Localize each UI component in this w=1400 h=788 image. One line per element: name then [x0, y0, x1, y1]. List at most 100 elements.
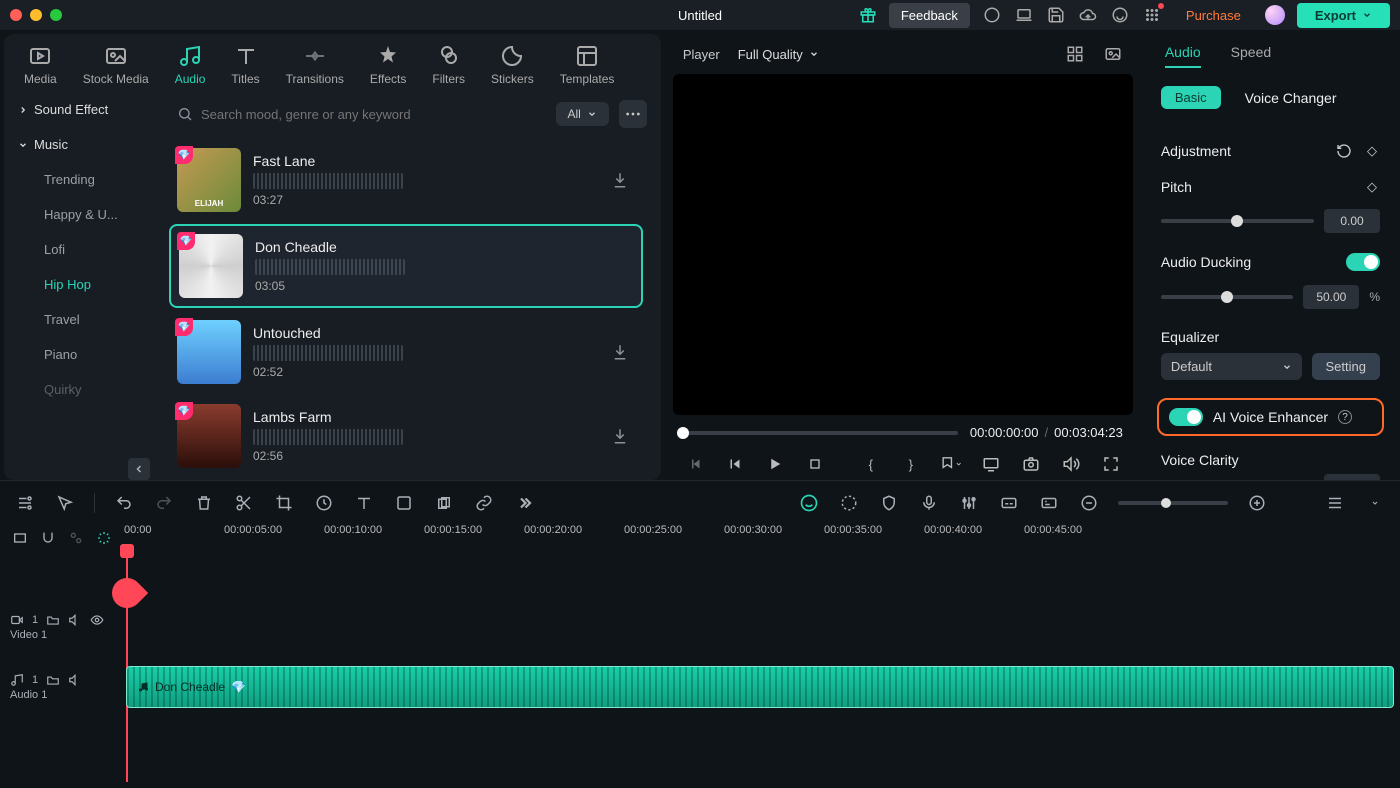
- quality-select[interactable]: Full Quality: [738, 47, 819, 62]
- track-options-icon[interactable]: [1364, 492, 1386, 514]
- track-height-icon[interactable]: [1324, 492, 1346, 514]
- preview-canvas[interactable]: [673, 74, 1133, 415]
- scrub-bar[interactable]: [683, 431, 958, 435]
- ducking-toggle[interactable]: [1346, 253, 1380, 271]
- display-button[interactable]: [979, 452, 1003, 476]
- help-icon[interactable]: ?: [1338, 410, 1352, 424]
- filter-all[interactable]: All: [556, 102, 609, 126]
- tab-stock-media[interactable]: Stock Media: [83, 44, 149, 86]
- sidebar-item-piano[interactable]: Piano: [4, 337, 159, 372]
- stack-icon[interactable]: [433, 492, 455, 514]
- marker-button[interactable]: [939, 452, 963, 476]
- mark-in-button[interactable]: {: [859, 452, 883, 476]
- track-row[interactable]: 💎 Untouched 02:52: [169, 312, 643, 392]
- prev-clip-button[interactable]: [683, 452, 707, 476]
- save-icon[interactable]: [1046, 5, 1066, 25]
- text-icon[interactable]: [353, 492, 375, 514]
- frame-icon[interactable]: [393, 492, 415, 514]
- more-tools-icon[interactable]: [513, 492, 535, 514]
- split-icon[interactable]: [233, 492, 255, 514]
- time-ruler[interactable]: 00:0000:00:05:0000:00:10:0000:00:15:0000…: [124, 524, 1400, 552]
- pitch-slider[interactable]: [1161, 219, 1314, 223]
- search-input[interactable]: [201, 107, 542, 122]
- tab-titles[interactable]: Titles: [231, 44, 259, 86]
- gift-icon[interactable]: [859, 6, 877, 24]
- inspector-tab-speed[interactable]: Speed: [1231, 44, 1271, 68]
- download-icon[interactable]: [605, 165, 635, 195]
- delete-icon[interactable]: [193, 492, 215, 514]
- record-status-icon[interactable]: [982, 5, 1002, 25]
- sidebar-item-lofi[interactable]: Lofi: [4, 232, 159, 267]
- tab-filters[interactable]: Filters: [432, 44, 465, 86]
- fullscreen-button[interactable]: [1099, 452, 1123, 476]
- undo-icon[interactable]: [113, 492, 135, 514]
- clarity-value[interactable]: 80: [1324, 474, 1380, 480]
- track-row[interactable]: 💎 ELIJAH Fast Lane 03:27: [169, 140, 643, 220]
- sidebar-group-sound-effect[interactable]: Sound Effect: [4, 92, 159, 127]
- smiley-icon[interactable]: [798, 492, 820, 514]
- ducking-handle[interactable]: [1221, 291, 1233, 303]
- sidebar-item-travel[interactable]: Travel: [4, 302, 159, 337]
- tab-templates[interactable]: Templates: [560, 44, 615, 86]
- keyframe-icon[interactable]: ◇: [1364, 143, 1380, 159]
- tab-transitions[interactable]: Transitions: [286, 44, 344, 86]
- subtab-basic[interactable]: Basic: [1161, 86, 1221, 109]
- search-field[interactable]: [173, 100, 546, 128]
- minimize-window[interactable]: [30, 9, 42, 21]
- equalizer-preset[interactable]: Default: [1161, 353, 1302, 380]
- zoom-in-icon[interactable]: [1246, 492, 1268, 514]
- collapse-sidebar-button[interactable]: [128, 458, 150, 480]
- ducking-slider[interactable]: [1161, 295, 1293, 299]
- reset-adjustment-icon[interactable]: [1336, 143, 1352, 159]
- tl-auto-icon[interactable]: [94, 527, 114, 549]
- stop-button[interactable]: [803, 452, 827, 476]
- zoom-out-icon[interactable]: [1078, 492, 1100, 514]
- pitch-keyframe-icon[interactable]: ◇: [1364, 179, 1380, 195]
- close-window[interactable]: [10, 9, 22, 21]
- cloud-icon[interactable]: [1078, 5, 1098, 25]
- tab-media[interactable]: Media: [24, 44, 57, 86]
- download-icon[interactable]: [605, 337, 635, 367]
- track-row[interactable]: 💎 Lambs Farm 02:56: [169, 396, 643, 476]
- speed-icon[interactable]: [313, 492, 335, 514]
- tab-stickers[interactable]: Stickers: [491, 44, 534, 86]
- ducking-value[interactable]: 50.00: [1303, 285, 1359, 309]
- ai-enhancer-toggle[interactable]: [1169, 408, 1203, 426]
- more-options[interactable]: [619, 100, 647, 128]
- tool-select-icon[interactable]: [54, 492, 76, 514]
- link-icon[interactable]: [473, 492, 495, 514]
- tl-fit-icon[interactable]: [10, 527, 30, 549]
- track-row[interactable]: 💎 Don Cheadle 03:05: [169, 224, 643, 308]
- support-icon[interactable]: [1110, 5, 1130, 25]
- folder-icon[interactable]: [46, 613, 60, 627]
- sidebar-item-trending[interactable]: Trending: [4, 162, 159, 197]
- crop-icon[interactable]: [273, 492, 295, 514]
- step-back-button[interactable]: [723, 452, 747, 476]
- mute-icon[interactable]: [68, 673, 82, 687]
- equalizer-setting-button[interactable]: Setting: [1312, 353, 1380, 380]
- tab-audio[interactable]: Audio: [175, 44, 206, 86]
- zoom-handle[interactable]: [1161, 498, 1171, 508]
- tl-snap-icon[interactable]: [38, 527, 58, 549]
- timeline-audio-clip[interactable]: Don Cheadle 💎: [126, 666, 1394, 708]
- subtab-voice-changer[interactable]: Voice Changer: [1245, 90, 1337, 106]
- tool-adjust-icon[interactable]: [14, 492, 36, 514]
- sidebar-item-hiphop[interactable]: Hip Hop: [4, 267, 159, 302]
- download-icon[interactable]: [605, 421, 635, 451]
- shield-icon[interactable]: [878, 492, 900, 514]
- volume-button[interactable]: [1059, 452, 1083, 476]
- maximize-window[interactable]: [50, 9, 62, 21]
- user-avatar[interactable]: [1265, 5, 1285, 25]
- inspector-tab-audio[interactable]: Audio: [1165, 44, 1201, 68]
- play-button[interactable]: [763, 452, 787, 476]
- image-view-icon[interactable]: [1103, 44, 1123, 64]
- mic-icon[interactable]: [918, 492, 940, 514]
- snapshot-button[interactable]: [1019, 452, 1043, 476]
- sidebar-group-music[interactable]: Music: [4, 127, 159, 162]
- target-icon[interactable]: [838, 492, 860, 514]
- mute-icon[interactable]: [68, 613, 82, 627]
- laptop-icon[interactable]: [1014, 5, 1034, 25]
- folder-icon[interactable]: [46, 673, 60, 687]
- grid-view-icon[interactable]: [1065, 44, 1085, 64]
- subtitle-icon[interactable]: [998, 492, 1020, 514]
